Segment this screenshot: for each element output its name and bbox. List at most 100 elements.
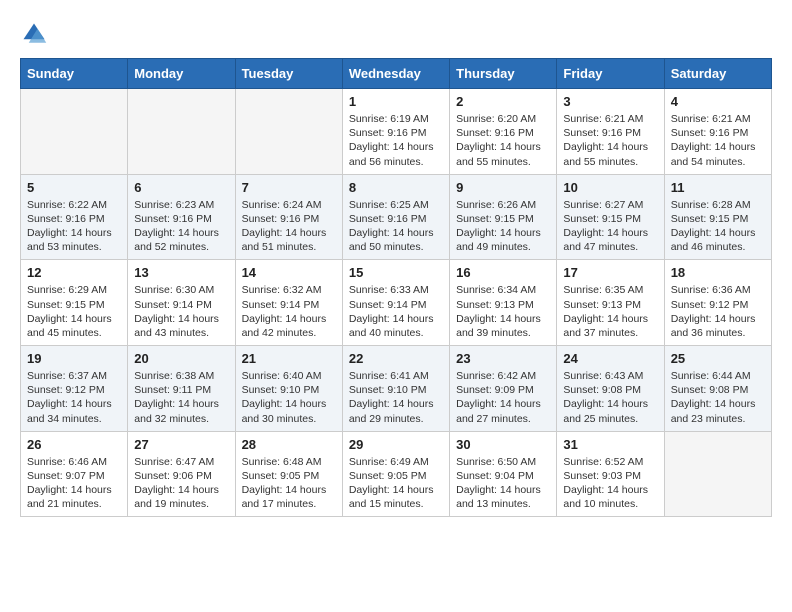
day-info: Sunrise: 6:38 AM Sunset: 9:11 PM Dayligh… (134, 369, 228, 426)
calendar-header-friday: Friday (557, 59, 664, 89)
day-number: 19 (27, 351, 121, 366)
calendar-day-cell: 1 Sunrise: 6:19 AM Sunset: 9:16 PM Daylig… (342, 89, 449, 175)
day-info: Sunrise: 6:50 AM Sunset: 9:04 PM Dayligh… (456, 455, 550, 512)
day-number: 5 (27, 180, 121, 195)
day-info: Sunrise: 6:37 AM Sunset: 9:12 PM Dayligh… (27, 369, 121, 426)
day-info: Sunrise: 6:34 AM Sunset: 9:13 PM Dayligh… (456, 283, 550, 340)
calendar-day-cell: 30 Sunrise: 6:50 AM Sunset: 9:04 PM Dayli… (450, 431, 557, 517)
day-info: Sunrise: 6:19 AM Sunset: 9:16 PM Dayligh… (349, 112, 443, 169)
calendar-day-cell: 2Sunrise: 6:20 AM Sunset: 9:16 PM Daylig… (450, 89, 557, 175)
calendar-week-row: 12 Sunrise: 6:29 AM Sunset: 9:15 PM Dayli… (21, 260, 772, 346)
calendar-day-cell: 21 Sunrise: 6:40 AM Sunset: 9:10 PM Dayli… (235, 346, 342, 432)
logo-icon (20, 20, 48, 48)
day-info: Sunrise: 6:26 AM Sunset: 9:15 PM Dayligh… (456, 198, 550, 255)
day-number: 10 (563, 180, 657, 195)
day-info: Sunrise: 6:30 AM Sunset: 9:14 PM Dayligh… (134, 283, 228, 340)
calendar-day-cell: 8 Sunrise: 6:25 AM Sunset: 9:16 PM Daylig… (342, 174, 449, 260)
day-info: Sunrise: 6:32 AM Sunset: 9:14 PM Dayligh… (242, 283, 336, 340)
calendar-day-cell: 12 Sunrise: 6:29 AM Sunset: 9:15 PM Dayli… (21, 260, 128, 346)
day-info: Sunrise: 6:36 AM Sunset: 9:12 PM Dayligh… (671, 283, 765, 340)
day-number: 25 (671, 351, 765, 366)
calendar-day-cell (128, 89, 235, 175)
day-info: Sunrise: 6:28 AM Sunset: 9:15 PM Dayligh… (671, 198, 765, 255)
calendar-day-cell: 28Sunrise: 6:48 AM Sunset: 9:05 PM Dayli… (235, 431, 342, 517)
day-number: 29 (349, 437, 443, 452)
calendar-day-cell: 27 Sunrise: 6:47 AM Sunset: 9:06 PM Dayli… (128, 431, 235, 517)
day-number: 23 (456, 351, 550, 366)
calendar-day-cell: 10 Sunrise: 6:27 AM Sunset: 9:15 PM Dayli… (557, 174, 664, 260)
day-info: Sunrise: 6:25 AM Sunset: 9:16 PM Dayligh… (349, 198, 443, 255)
day-number: 31 (563, 437, 657, 452)
day-number: 15 (349, 265, 443, 280)
day-number: 16 (456, 265, 550, 280)
day-number: 18 (671, 265, 765, 280)
day-info: Sunrise: 6:43 AM Sunset: 9:08 PM Dayligh… (563, 369, 657, 426)
calendar-day-cell: 17 Sunrise: 6:35 AM Sunset: 9:13 PM Dayli… (557, 260, 664, 346)
logo (20, 20, 52, 48)
calendar-day-cell: 18 Sunrise: 6:36 AM Sunset: 9:12 PM Dayli… (664, 260, 771, 346)
day-number: 8 (349, 180, 443, 195)
day-info: Sunrise: 6:48 AM Sunset: 9:05 PM Dayligh… (242, 455, 336, 512)
calendar-day-cell: 7 Sunrise: 6:24 AM Sunset: 9:16 PM Daylig… (235, 174, 342, 260)
calendar-day-cell: 20 Sunrise: 6:38 AM Sunset: 9:11 PM Dayli… (128, 346, 235, 432)
day-info: Sunrise: 6:20 AM Sunset: 9:16 PM Dayligh… (456, 112, 550, 169)
calendar-day-cell: 3Sunrise: 6:21 AM Sunset: 9:16 PM Daylig… (557, 89, 664, 175)
calendar-day-cell (21, 89, 128, 175)
calendar-day-cell: 9 Sunrise: 6:26 AM Sunset: 9:15 PM Daylig… (450, 174, 557, 260)
day-number: 27 (134, 437, 228, 452)
day-number: 24 (563, 351, 657, 366)
day-info: Sunrise: 6:21 AM Sunset: 9:16 PM Dayligh… (671, 112, 765, 169)
day-info: Sunrise: 6:33 AM Sunset: 9:14 PM Dayligh… (349, 283, 443, 340)
calendar-day-cell: 29 Sunrise: 6:49 AM Sunset: 9:05 PM Dayli… (342, 431, 449, 517)
day-number: 4 (671, 94, 765, 109)
day-info: Sunrise: 6:23 AM Sunset: 9:16 PM Dayligh… (134, 198, 228, 255)
day-number: 30 (456, 437, 550, 452)
calendar-day-cell: 31Sunrise: 6:52 AM Sunset: 9:03 PM Dayli… (557, 431, 664, 517)
day-number: 14 (242, 265, 336, 280)
calendar-header-row: SundayMondayTuesdayWednesdayThursdayFrid… (21, 59, 772, 89)
day-info: Sunrise: 6:29 AM Sunset: 9:15 PM Dayligh… (27, 283, 121, 340)
calendar-header-tuesday: Tuesday (235, 59, 342, 89)
calendar-day-cell: 24 Sunrise: 6:43 AM Sunset: 9:08 PM Dayli… (557, 346, 664, 432)
calendar-header-sunday: Sunday (21, 59, 128, 89)
day-info: Sunrise: 6:35 AM Sunset: 9:13 PM Dayligh… (563, 283, 657, 340)
day-info: Sunrise: 6:27 AM Sunset: 9:15 PM Dayligh… (563, 198, 657, 255)
calendar-day-cell: 26 Sunrise: 6:46 AM Sunset: 9:07 PM Dayli… (21, 431, 128, 517)
calendar-header-thursday: Thursday (450, 59, 557, 89)
day-info: Sunrise: 6:46 AM Sunset: 9:07 PM Dayligh… (27, 455, 121, 512)
day-info: Sunrise: 6:22 AM Sunset: 9:16 PM Dayligh… (27, 198, 121, 255)
calendar-day-cell: 19 Sunrise: 6:37 AM Sunset: 9:12 PM Dayli… (21, 346, 128, 432)
day-number: 3 (563, 94, 657, 109)
page-header (20, 20, 772, 48)
day-number: 9 (456, 180, 550, 195)
day-info: Sunrise: 6:44 AM Sunset: 9:08 PM Dayligh… (671, 369, 765, 426)
calendar-day-cell: 13 Sunrise: 6:30 AM Sunset: 9:14 PM Dayli… (128, 260, 235, 346)
calendar-day-cell (235, 89, 342, 175)
day-number: 11 (671, 180, 765, 195)
calendar-week-row: 1 Sunrise: 6:19 AM Sunset: 9:16 PM Daylig… (21, 89, 772, 175)
day-number: 7 (242, 180, 336, 195)
calendar-header-saturday: Saturday (664, 59, 771, 89)
calendar-week-row: 5 Sunrise: 6:22 AM Sunset: 9:16 PM Daylig… (21, 174, 772, 260)
calendar-day-cell: 11 Sunrise: 6:28 AM Sunset: 9:15 PM Dayli… (664, 174, 771, 260)
day-number: 12 (27, 265, 121, 280)
calendar-day-cell: 16 Sunrise: 6:34 AM Sunset: 9:13 PM Dayli… (450, 260, 557, 346)
calendar-day-cell: 6 Sunrise: 6:23 AM Sunset: 9:16 PM Daylig… (128, 174, 235, 260)
day-number: 17 (563, 265, 657, 280)
calendar-day-cell: 25 Sunrise: 6:44 AM Sunset: 9:08 PM Dayli… (664, 346, 771, 432)
day-number: 26 (27, 437, 121, 452)
day-info: Sunrise: 6:40 AM Sunset: 9:10 PM Dayligh… (242, 369, 336, 426)
day-number: 6 (134, 180, 228, 195)
day-info: Sunrise: 6:49 AM Sunset: 9:05 PM Dayligh… (349, 455, 443, 512)
day-number: 1 (349, 94, 443, 109)
calendar-week-row: 26 Sunrise: 6:46 AM Sunset: 9:07 PM Dayli… (21, 431, 772, 517)
day-number: 21 (242, 351, 336, 366)
day-number: 13 (134, 265, 228, 280)
day-info: Sunrise: 6:24 AM Sunset: 9:16 PM Dayligh… (242, 198, 336, 255)
day-number: 22 (349, 351, 443, 366)
calendar-week-row: 19 Sunrise: 6:37 AM Sunset: 9:12 PM Dayli… (21, 346, 772, 432)
calendar-day-cell: 15 Sunrise: 6:33 AM Sunset: 9:14 PM Dayli… (342, 260, 449, 346)
day-number: 20 (134, 351, 228, 366)
day-info: Sunrise: 6:47 AM Sunset: 9:06 PM Dayligh… (134, 455, 228, 512)
calendar-header-wednesday: Wednesday (342, 59, 449, 89)
